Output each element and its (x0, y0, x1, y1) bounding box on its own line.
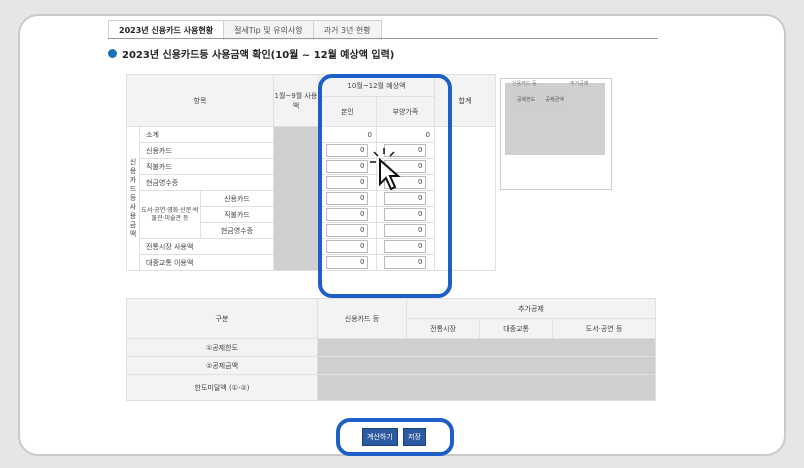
section-title: 2023년 신용카드등 사용금액 확인(10월 ~ 12월 예상액 입력) (108, 46, 394, 61)
deduction-table: 구분 신용카드 등 추가공제 전통시장 대중교통 도서·공연 등 ①공제한도 ②… (126, 298, 656, 401)
row-shortfall: 한도미달액 (①-②) (126, 374, 318, 401)
row-deduction-limit: ①공제한도 (126, 338, 318, 357)
col-culture-header: 도서·공연 등 (552, 318, 656, 339)
tab-past-3-years[interactable]: 과거 3년 현황 (312, 20, 382, 40)
row-label-subtotal: 소계 (139, 126, 274, 143)
chart-label-extra: 추가공제 (570, 81, 589, 87)
row-label-transit: 대중교통 이용액 (139, 254, 274, 271)
chart-legend: 공제한도 공제금액 (514, 94, 567, 105)
deduction-values-masked-1 (317, 338, 656, 357)
culture-group-label: 도서·공연·영화·신문·박물관·미술관 등 (139, 190, 201, 239)
row-label-credit: 신용카드 (139, 142, 274, 159)
legend-limit: 공제한도 (514, 94, 539, 105)
cursor-icon (370, 148, 401, 191)
tab-tax-tips[interactable]: 절세Tip 및 유의사항 (223, 20, 314, 40)
legend-amount: 공제금액 (542, 94, 567, 105)
jan-sep-masked (272, 126, 319, 271)
row-label-cash-receipt: 현금영수증 (139, 174, 274, 191)
calculate-button[interactable]: 계산하기 (362, 428, 398, 446)
row-label-culture-debit: 직불카드 (200, 206, 274, 223)
col-category-header: 구분 (126, 298, 318, 339)
col-extra-header: 추가공제 (406, 298, 656, 319)
row-label-culture-credit: 신용카드 (200, 190, 274, 207)
deduction-values-masked-3 (317, 374, 656, 401)
col-card-header: 신용카드 등 (317, 298, 407, 339)
col-jan-sep-header: 1월~9월 사용액 (272, 74, 319, 127)
tab-divider (108, 38, 658, 39)
tab-bar: 2023년 신용카드 사용현황 절세Tip 및 유의사항 과거 3년 현황 (108, 20, 382, 40)
row-label-debit: 직불카드 (139, 158, 274, 175)
row-label-market: 전통시장 사용액 (139, 238, 274, 255)
col-market-header: 전통시장 (405, 318, 481, 339)
col-item-header: 항목 (126, 74, 274, 127)
col-transit-header: 대중교통 (479, 318, 554, 339)
bullet-icon (108, 49, 117, 58)
section-title-text: 2023년 신용카드등 사용금액 확인(10월 ~ 12월 예상액 입력) (122, 50, 395, 61)
group-label: 신용카드등 사용금액 (126, 126, 140, 271)
row-label-culture-cash: 현금영수증 (200, 222, 274, 239)
row-deduction-amount: ②공제금액 (126, 356, 318, 375)
deduction-values-masked-2 (317, 356, 656, 375)
save-button[interactable]: 저장 (403, 428, 426, 446)
tab-usage-status[interactable]: 2023년 신용카드 사용현황 (108, 20, 225, 40)
chart-label-card: 신용카드 등 (512, 81, 537, 87)
